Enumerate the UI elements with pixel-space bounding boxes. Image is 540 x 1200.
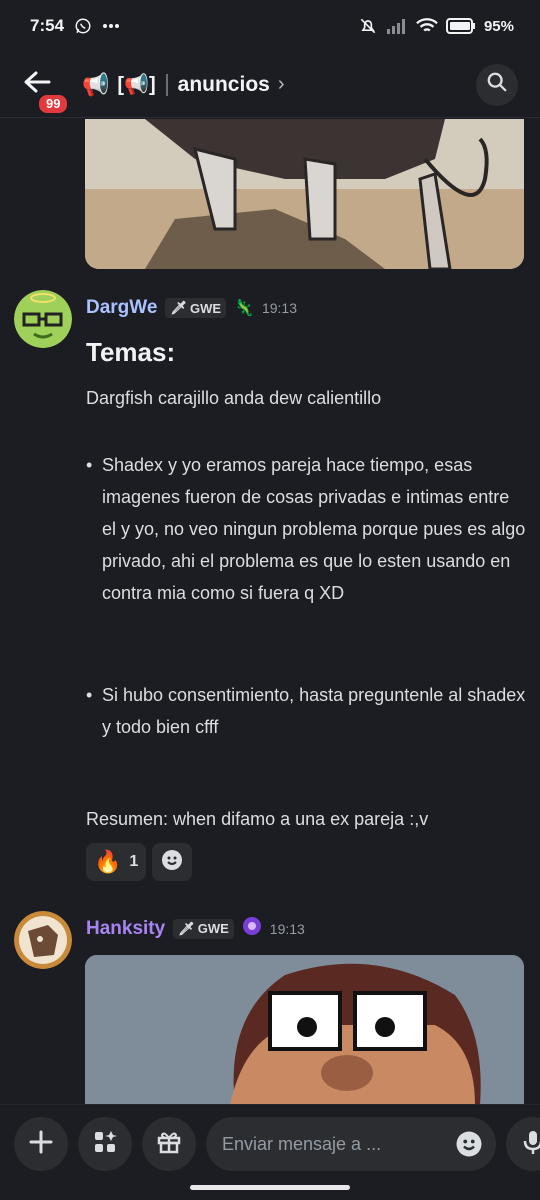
message-input-box	[206, 1117, 496, 1171]
author-line-hanksity: Hanksity 🗡 GWE 19:13	[86, 916, 305, 941]
list-item: Si hubo consentimiento, hasta preguntenl…	[86, 679, 526, 743]
reaction-bar: 🔥 1	[86, 843, 193, 881]
tag-label: GWE	[197, 921, 229, 936]
apps-button[interactable]	[78, 1117, 132, 1171]
battery-percent: 95%	[483, 17, 514, 35]
back-button[interactable]: 99	[22, 62, 71, 116]
message-heading: Temas:	[86, 337, 176, 367]
attachment-image-lion[interactable]	[85, 119, 524, 269]
reaction-count: 1	[129, 853, 139, 870]
author-name[interactable]: DargWe	[86, 297, 157, 319]
message-input[interactable]	[222, 1133, 454, 1155]
smiley-icon	[456, 1131, 482, 1157]
attachment-image-cartoon[interactable]	[85, 955, 524, 1104]
bell-muted-icon	[358, 16, 378, 36]
plus-icon	[28, 1129, 54, 1160]
list-item: Shadex y yo eramos pareja hace tiempo, e…	[86, 449, 526, 609]
fire-icon: 🔥	[94, 849, 122, 874]
voice-message-button[interactable]	[506, 1117, 540, 1171]
search-button[interactable]	[476, 63, 518, 106]
server-tag[interactable]: 🗡 GWE	[173, 918, 234, 939]
add-reaction-button[interactable]	[152, 843, 193, 881]
status-bar: 7:54 95%	[0, 0, 540, 52]
avatar-hanksity[interactable]	[14, 911, 72, 969]
timestamp: 19:13	[261, 300, 297, 316]
server-tag[interactable]: 🗡 GWE	[165, 298, 227, 318]
timestamp: 19:13	[269, 920, 305, 937]
sword-icon: 🗡	[170, 300, 187, 315]
channel-emoji-label: [📢]	[117, 74, 156, 96]
add-attachment-button[interactable]	[14, 1117, 68, 1171]
more-dots-icon	[102, 23, 120, 29]
gift-icon	[156, 1129, 182, 1160]
unread-badge: 99	[36, 91, 71, 116]
microphone-icon	[521, 1129, 540, 1160]
apps-icon	[92, 1129, 118, 1160]
channel-header: 99 📢 [📢] anuncios ›	[0, 52, 540, 118]
channel-megaphone-icon: 📢	[82, 71, 110, 97]
reaction-fire[interactable]: 🔥 1	[86, 843, 147, 881]
battery-icon	[445, 18, 476, 34]
role-emoji: 🦎	[234, 300, 254, 317]
sword-icon: 🗡	[178, 920, 195, 936]
header-divider	[165, 73, 168, 96]
search-icon	[486, 71, 508, 98]
wifi-icon	[416, 17, 438, 35]
message-summary: Resumen: when difamo a una ex pareja :,v	[86, 809, 429, 829]
gift-button[interactable]	[142, 1117, 196, 1171]
message-list[interactable]: DargWe 🗡 GWE 🦎 19:13 Temas: Dargfish car…	[0, 119, 540, 1104]
smiley-icon	[160, 848, 184, 877]
chevron-right-icon[interactable]: ›	[278, 73, 285, 96]
author-name[interactable]: Hanksity	[86, 918, 165, 940]
home-indicator[interactable]	[190, 1185, 350, 1190]
emoji-button[interactable]	[454, 1129, 484, 1159]
tag-label: GWE	[189, 300, 222, 316]
whatsapp-icon	[74, 17, 92, 35]
avatar-dargwe[interactable]	[14, 290, 72, 348]
message-text: Dargfish carajillo anda dew calientillo	[86, 388, 382, 408]
author-line-dargwe: DargWe 🗡 GWE 🦎 19:13	[86, 297, 297, 319]
status-time: 7:54	[30, 16, 65, 35]
signal-icon	[386, 18, 408, 34]
channel-name[interactable]: anuncios	[178, 73, 270, 97]
role-emoji	[242, 916, 262, 941]
